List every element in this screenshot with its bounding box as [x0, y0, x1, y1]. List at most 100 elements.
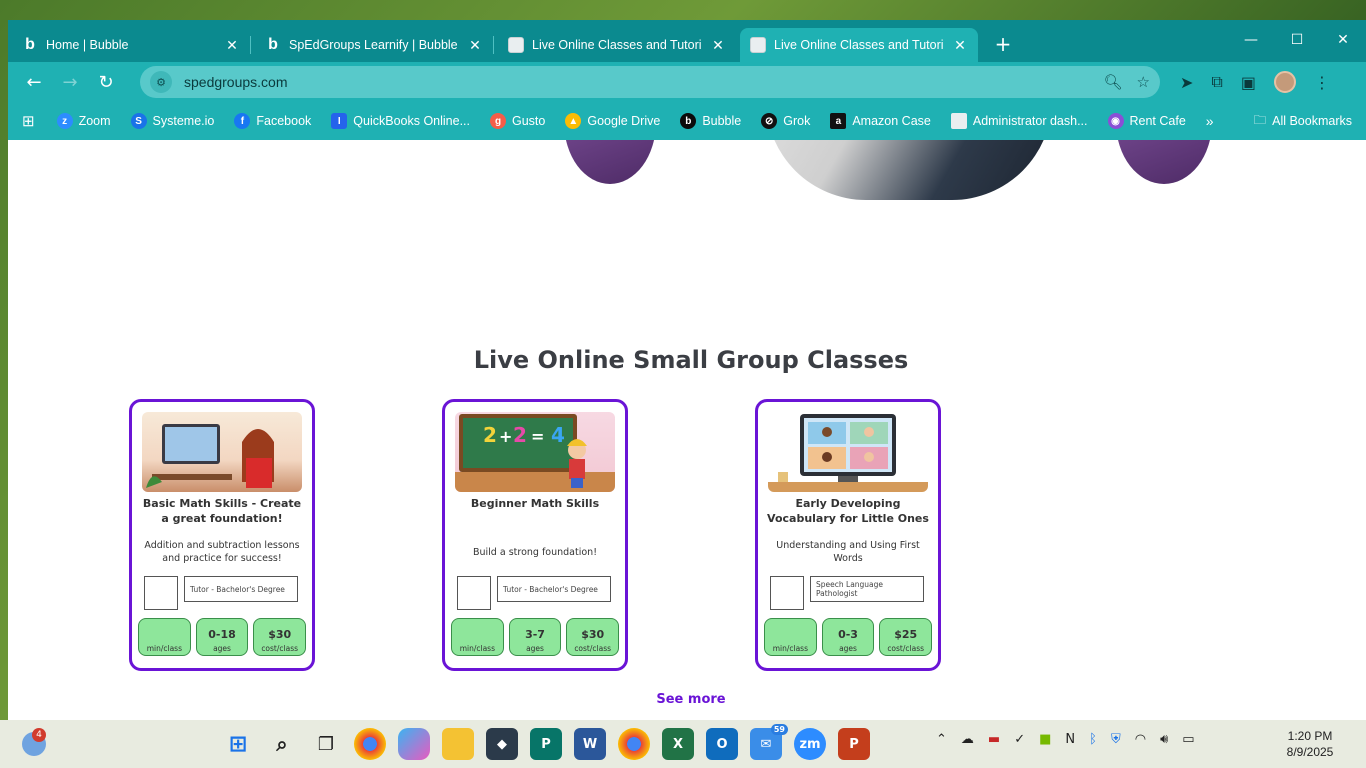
stat-value: $30 [268, 628, 292, 641]
file-explorer-icon[interactable] [442, 728, 474, 760]
security-icon[interactable]: ⛨ [1111, 732, 1121, 747]
excel-icon[interactable]: X [662, 728, 694, 760]
site-info-icon[interactable]: ⚙ [150, 71, 172, 93]
profile-avatar[interactable] [1273, 71, 1296, 93]
taskbar-apps: ⊞ ⌕ ❐ ◆ P W X O ✉ 59 zm P [222, 724, 870, 760]
bookmark-label: Administrator dash... [972, 114, 1088, 128]
tab-live-online-classes[interactable]: Live Online Classes and Tutoring ✕ [498, 28, 736, 62]
new-tab-button[interactable]: + [988, 32, 1018, 56]
bookmark-administrator[interactable]: Administrator dash... [943, 110, 1096, 132]
wifi-icon[interactable]: ◠ [1135, 732, 1146, 747]
tutor-qualification: Speech Language Pathologist [810, 576, 924, 602]
apps-grid-icon[interactable]: ⊞ [22, 112, 35, 130]
chrome-icon[interactable] [618, 728, 650, 760]
all-bookmarks-button[interactable]: 🗀 All Bookmarks [1254, 111, 1352, 132]
forward-button[interactable]: → [54, 66, 86, 98]
clock-time: 1:20 PM [1287, 729, 1333, 743]
bookmark-google-drive[interactable]: ▲ Google Drive [557, 110, 668, 132]
class-stats: min/class 3-7 ages $30 cost/class [451, 618, 620, 656]
stat-cost: $30 cost/class [566, 618, 620, 656]
bookmark-facebook[interactable]: f Facebook [226, 110, 319, 132]
tray-app-icon[interactable]: ✓ [1014, 732, 1025, 747]
volume-icon[interactable]: 🔊︎ [1160, 732, 1168, 747]
class-card[interactable]: 2 + 2 = 4 Beginner Math Skills Build a s… [442, 399, 628, 671]
menu-icon[interactable]: ⋮ [1314, 73, 1330, 92]
outlook-icon[interactable]: O [706, 728, 738, 760]
class-card[interactable]: Basic Math Skills - Create a great found… [129, 399, 315, 671]
url-input[interactable] [184, 74, 1092, 90]
bookmark-label: Google Drive [587, 114, 661, 128]
star-icon[interactable]: ☆ [1137, 73, 1150, 91]
zoom-icon: z [56, 113, 73, 129]
chrome-icon[interactable] [354, 728, 386, 760]
stat-value: 3-7 [525, 628, 545, 641]
tab-title: Live Online Classes and Tutoring [774, 38, 944, 52]
svg-text:4: 4 [551, 423, 565, 447]
taskbar: 4 ⊞ ⌕ ❐ ◆ P W X O ✉ 59 zm P ⌃ ☁ ▬ ✓ ■ N ᛒ… [0, 720, 1366, 768]
back-button[interactable]: ← [18, 66, 50, 98]
tab-title: SpEdGroups Learnify | Bubble E [289, 38, 459, 52]
tab-home-bubble[interactable]: b Home | Bubble ✕ [12, 28, 250, 62]
tab-spedgroups-learnify[interactable]: b SpEdGroups Learnify | Bubble E ✕ [255, 28, 493, 62]
arrow-left-icon: ← [26, 71, 42, 93]
bookmark-amazon-case[interactable]: a Amazon Case [822, 110, 939, 132]
close-icon[interactable]: ✕ [467, 37, 483, 54]
see-more-link[interactable]: See more [8, 692, 1366, 707]
tab-live-online-classes-active[interactable]: Live Online Classes and Tutoring ✕ [740, 28, 978, 62]
class-card[interactable]: Early Developing Vocabulary for Little O… [755, 399, 941, 671]
bookmark-quickbooks[interactable]: I QuickBooks Online... [323, 110, 478, 132]
bookmark-systeme[interactable]: S Systeme.io [123, 110, 223, 132]
tutor-qualification: Tutor - Bachelor's Degree [497, 576, 611, 602]
close-icon[interactable]: ✕ [224, 37, 240, 54]
tab-search-icon[interactable]: ▣ [1241, 73, 1256, 92]
video-call-illustration [768, 414, 928, 492]
minimize-button[interactable]: — [1228, 20, 1274, 60]
search-icon[interactable]: ⌕ [266, 728, 298, 760]
word-icon[interactable]: W [574, 728, 606, 760]
zoom-icon[interactable]: 🔍︎ [1104, 73, 1123, 91]
cursor-extension-icon[interactable]: ➤ [1180, 73, 1193, 92]
reload-icon: ↻ [98, 71, 114, 93]
app-icon[interactable]: ◆ [486, 728, 518, 760]
stat-label: min/class [459, 644, 495, 653]
more-bookmarks-button[interactable]: » [1206, 113, 1214, 129]
bookmark-gusto[interactable]: g Gusto [482, 110, 553, 132]
zoom-icon[interactable]: zm [794, 728, 826, 760]
extensions-icon[interactable]: ⧉ [1211, 72, 1222, 92]
bookmark-rent-cafe[interactable]: ◉ Rent Cafe [1100, 110, 1194, 132]
start-icon[interactable]: ⊞ [222, 728, 254, 760]
powerpoint-icon[interactable]: P [838, 728, 870, 760]
onedrive-icon[interactable]: ☁ [961, 732, 974, 747]
close-window-button[interactable]: ✕ [1320, 20, 1366, 60]
maximize-button[interactable]: ☐ [1274, 20, 1320, 60]
stat-label: cost/class [887, 644, 925, 653]
tray-app-icon[interactable]: ▬ [988, 732, 1000, 747]
notion-icon[interactable]: N [1065, 732, 1075, 747]
svg-text:+: + [499, 427, 512, 446]
clock[interactable]: 1:20 PM 8/9/2025 [1270, 728, 1350, 760]
copilot-icon[interactable] [398, 728, 430, 760]
bookmark-zoom[interactable]: z Zoom [49, 110, 119, 132]
site-icon [508, 37, 524, 53]
bookmark-grok[interactable]: ⊘ Grok [753, 110, 818, 132]
task-view-icon[interactable]: ❐ [310, 728, 342, 760]
bookmark-label: Bubble [702, 114, 742, 128]
site-icon [750, 37, 766, 53]
tutor-photo [770, 576, 804, 610]
web-page: Live Online Small Group Classes Basic Ma… [8, 140, 1366, 720]
bookmark-bubble[interactable]: b Bubble [672, 110, 749, 132]
nvidia-icon[interactable]: ■ [1039, 732, 1051, 747]
reload-button[interactable]: ↻ [90, 66, 122, 98]
bookmark-label: Facebook [256, 114, 312, 128]
address-bar[interactable]: ⚙ 🔍︎ ☆ [140, 66, 1160, 98]
mail-icon[interactable]: ✉ 59 [750, 724, 788, 760]
close-icon[interactable]: ✕ [952, 37, 968, 54]
battery-icon[interactable]: ▭ [1182, 732, 1194, 747]
grok-icon: ⊘ [761, 113, 778, 129]
bluetooth-icon[interactable]: ᛒ [1089, 732, 1097, 747]
close-icon[interactable]: ✕ [710, 37, 726, 54]
all-bookmarks-label: All Bookmarks [1272, 114, 1352, 128]
chevron-up-icon[interactable]: ⌃ [936, 732, 947, 747]
publisher-icon[interactable]: P [530, 728, 562, 760]
toolbar-actions: ➤ ⧉ ▣ ⋮ [1180, 71, 1330, 93]
